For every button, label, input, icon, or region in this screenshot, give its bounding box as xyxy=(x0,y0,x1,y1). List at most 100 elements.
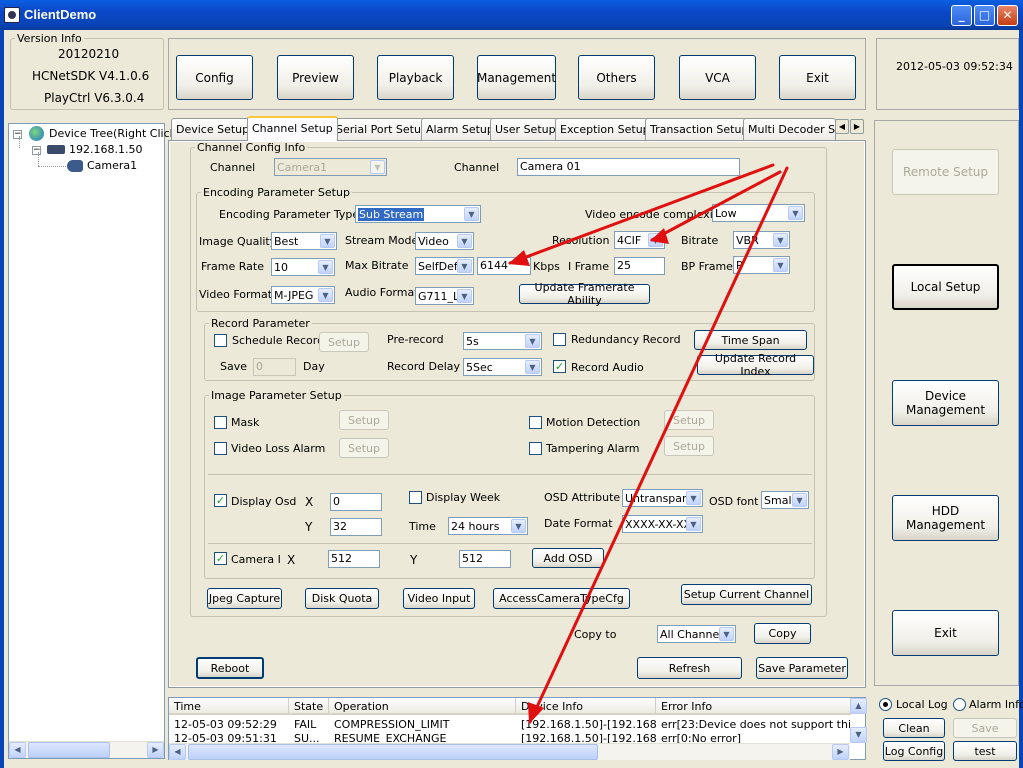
test-button[interactable]: test xyxy=(953,741,1017,761)
tab-exception-setup[interactable]: Exception Setup xyxy=(555,118,655,140)
maximize-button[interactable]: □ xyxy=(974,5,995,26)
add-osd-button[interactable]: Add OSD xyxy=(532,548,604,568)
max-bitrate-select[interactable]: SelfDef ▼ xyxy=(415,257,474,275)
tab-scroll-left-icon[interactable]: ◀ xyxy=(835,119,849,134)
scroll-right-icon[interactable]: ▶ xyxy=(147,742,164,758)
tree-camera-label[interactable]: Camera1 xyxy=(87,159,138,172)
tampering-checkbox[interactable] xyxy=(529,442,542,455)
display-week-checkbox[interactable] xyxy=(409,491,422,504)
save-days-input[interactable]: 0 xyxy=(253,358,296,376)
clean-log-button[interactable]: Clean xyxy=(883,718,945,738)
camera-name-osd-checkbox[interactable]: ✓ xyxy=(214,552,227,565)
reboot-button[interactable]: Reboot xyxy=(196,657,264,679)
redundancy-checkbox[interactable] xyxy=(553,333,566,346)
tampering-setup-button[interactable]: Setup xyxy=(664,436,714,456)
prerecord-select[interactable]: 5s ▼ xyxy=(463,332,542,350)
log-header-state[interactable]: State xyxy=(289,698,329,715)
complexity-select[interactable]: Low ▼ xyxy=(712,204,805,222)
image-quality-select[interactable]: Best ▼ xyxy=(271,232,337,250)
device-management-button[interactable]: Device Management xyxy=(892,380,999,426)
video-loss-setup-button[interactable]: Setup xyxy=(339,438,389,458)
scroll-thumb[interactable] xyxy=(28,742,110,758)
stream-mode-select[interactable]: Video ▼ xyxy=(415,232,474,250)
log-config-button[interactable]: Log Config xyxy=(883,741,945,761)
log-table[interactable]: Time State Operation Device Info Error I… xyxy=(168,697,867,760)
log-horizontal-scrollbar[interactable]: ◀ ▶ xyxy=(169,743,850,760)
custom-bitrate-input[interactable]: 6144 xyxy=(477,257,531,275)
remote-setup-button[interactable]: Remote Setup xyxy=(892,149,999,195)
tab-device-setup[interactable]: Device Setup xyxy=(171,118,255,140)
vca-button[interactable]: VCA xyxy=(679,55,756,100)
osd-y-input[interactable]: 32 xyxy=(330,518,382,536)
schedule-setup-button[interactable]: Setup xyxy=(319,332,369,352)
frame-rate-select[interactable]: 10 ▼ xyxy=(271,258,335,276)
refresh-button[interactable]: Refresh xyxy=(637,657,742,679)
preview-button[interactable]: Preview xyxy=(277,55,354,100)
copy-channels-select[interactable]: All Channels ▼ xyxy=(657,625,736,643)
log-header-error-info[interactable]: Error Info xyxy=(656,698,851,715)
channel-name-input[interactable]: Camera 01 xyxy=(517,158,740,176)
scroll-left-icon[interactable]: ◀ xyxy=(169,744,186,760)
jpeg-capture-button[interactable]: Jpeg Capture xyxy=(207,588,282,609)
time-span-button[interactable]: Time Span xyxy=(694,330,807,350)
tree-root-label[interactable]: Device Tree(Right Click xyxy=(49,127,176,140)
alarm-info-radio[interactable] xyxy=(953,698,966,711)
scroll-up-icon[interactable]: ▲ xyxy=(850,698,867,714)
device-tree[interactable]: − Device Tree(Right Click − 192.168.1.50… xyxy=(8,123,176,759)
scroll-right-icon[interactable]: ▶ xyxy=(832,744,849,760)
exit-toolbar-button[interactable]: Exit xyxy=(779,55,856,100)
video-input-button[interactable]: Video Input xyxy=(403,588,475,609)
camera-y-input[interactable]: 512 xyxy=(459,550,511,568)
bpframe-select[interactable]: P ▼ xyxy=(733,256,790,274)
osd-font-select[interactable]: Small ▼ xyxy=(761,491,809,509)
osd-x-input[interactable]: 0 xyxy=(330,493,382,511)
tab-transaction-setup[interactable]: Transaction Setup xyxy=(645,118,754,140)
minimize-button[interactable]: _ xyxy=(951,5,972,26)
scroll-left-icon[interactable]: ◀ xyxy=(9,742,26,758)
tab-scroll-right-icon[interactable]: ▶ xyxy=(850,119,864,134)
audio-format-select[interactable]: G711_L ▼ xyxy=(415,287,474,305)
log-header-device-info[interactable]: Device Info xyxy=(516,698,656,715)
management-button[interactable]: Management xyxy=(477,55,556,100)
tree-device-label[interactable]: 192.168.1.50 xyxy=(69,143,142,156)
config-button[interactable]: Config xyxy=(176,55,253,100)
channel-select[interactable]: Camera1 ▼ xyxy=(274,158,387,176)
local-setup-button[interactable]: Local Setup xyxy=(892,264,999,310)
collapse-device-icon[interactable]: − xyxy=(32,146,41,155)
close-button[interactable]: ✕ xyxy=(997,5,1018,26)
motion-detection-checkbox[interactable] xyxy=(529,416,542,429)
access-camera-type-button[interactable]: AccessCameraTypeCfg xyxy=(493,588,630,609)
record-audio-checkbox[interactable]: ✓ xyxy=(553,360,566,373)
tab-channel-setup[interactable]: Channel Setup xyxy=(247,116,338,141)
mask-setup-button[interactable]: Setup xyxy=(339,410,389,430)
tree-horizontal-scrollbar[interactable]: ◀ ▶ xyxy=(9,741,164,758)
tab-user-setup[interactable]: User Setup xyxy=(490,118,561,140)
video-format-select[interactable]: M-JPEG ▼ xyxy=(271,286,335,304)
local-log-radio[interactable] xyxy=(879,698,892,711)
save-log-button[interactable]: Save xyxy=(953,718,1017,738)
resolution-select[interactable]: 4CIF ▼ xyxy=(614,231,665,249)
video-loss-checkbox[interactable] xyxy=(214,442,227,455)
camera-x-input[interactable]: 512 xyxy=(328,550,380,568)
save-parameter-button[interactable]: Save Parameter xyxy=(756,657,848,679)
scroll-thumb[interactable] xyxy=(188,744,598,760)
bitrate-select[interactable]: VBR ▼ xyxy=(733,231,790,249)
update-framerate-button[interactable]: Update Framerate Ability xyxy=(519,281,650,307)
copy-button[interactable]: Copy xyxy=(754,623,811,644)
playback-button[interactable]: Playback xyxy=(377,55,454,100)
collapse-root-icon[interactable]: − xyxy=(13,130,22,139)
encoding-type-select[interactable]: Sub Stream ▼ xyxy=(355,205,481,223)
hdd-management-button[interactable]: HDD Management xyxy=(892,495,999,541)
display-osd-checkbox[interactable]: ✓ xyxy=(214,494,227,507)
mask-checkbox[interactable] xyxy=(214,416,227,429)
disk-quota-button[interactable]: Disk Quota xyxy=(305,588,379,609)
tab-alarm-setup[interactable]: Alarm Setup xyxy=(421,118,499,140)
tab-multi-decoder-setup[interactable]: Multi Decoder Set xyxy=(743,118,836,140)
time-format-select[interactable]: 24 hours ▼ xyxy=(448,517,528,535)
motion-setup-button[interactable]: Setup xyxy=(664,410,714,430)
log-header-time[interactable]: Time xyxy=(169,698,289,715)
date-format-select[interactable]: XXXX-XX-XX ▼ xyxy=(622,515,703,533)
scroll-down-icon[interactable]: ▼ xyxy=(850,727,867,743)
others-button[interactable]: Others xyxy=(578,55,655,100)
osd-attribute-select[interactable]: Untranspare ▼ xyxy=(622,489,703,507)
